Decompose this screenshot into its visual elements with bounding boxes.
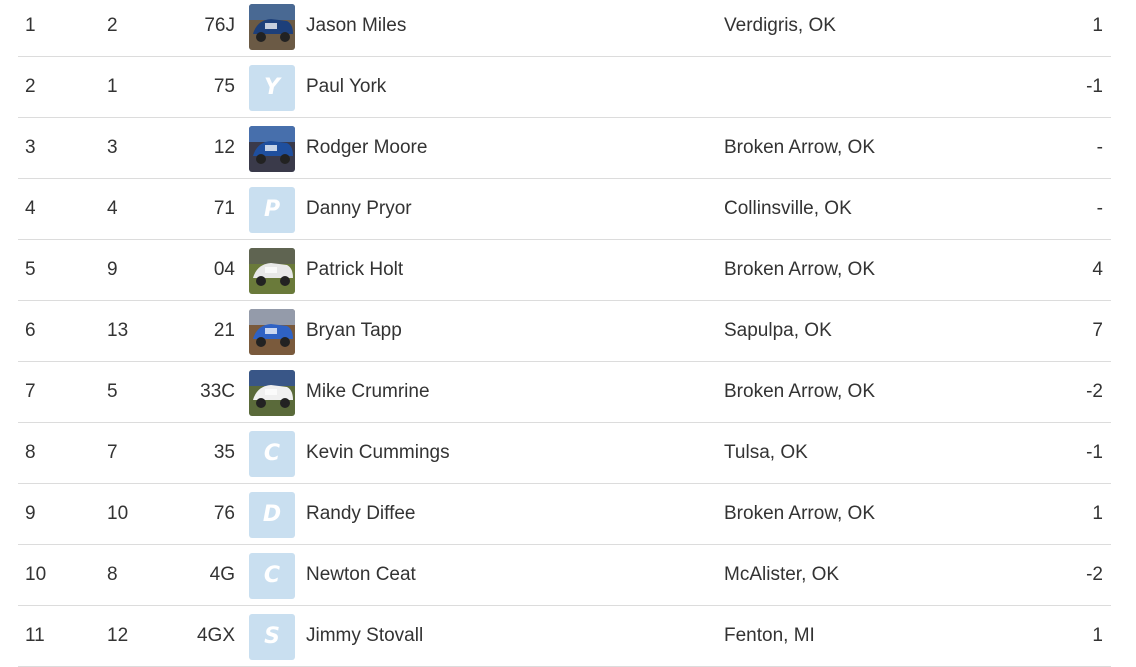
hometown-cell: Broken Arrow, OK xyxy=(724,137,876,158)
position-cell: 7 xyxy=(25,381,36,402)
table-row[interactable]: 10 8 4G C Newton Ceat McAlister, OK -2 xyxy=(18,545,1111,606)
hometown-cell: Broken Arrow, OK xyxy=(724,381,876,402)
position-change-cell: 1 xyxy=(1092,15,1103,36)
avatar-letter: C xyxy=(263,441,281,466)
driver-name-link[interactable]: Bryan Tapp xyxy=(306,301,402,361)
car-photo-icon[interactable] xyxy=(249,4,295,50)
car-photo-icon[interactable] xyxy=(249,370,295,416)
avatar-letter: C xyxy=(263,563,281,588)
car-photo-image xyxy=(249,309,295,355)
previous-position-cell: 8 xyxy=(107,564,118,585)
previous-position-cell: 5 xyxy=(107,381,118,402)
hometown-cell: Sapulpa, OK xyxy=(724,320,832,341)
driver-avatar-letter[interactable]: D xyxy=(249,492,295,538)
position-cell: 3 xyxy=(25,137,36,158)
car-number-cell: 33C xyxy=(200,381,235,402)
position-change-cell: - xyxy=(1096,137,1103,158)
car-number-cell: 21 xyxy=(213,320,235,341)
hometown-cell: McAlister, OK xyxy=(724,564,840,585)
driver-avatar-letter[interactable]: P xyxy=(249,187,295,233)
position-cell: 1 xyxy=(25,15,36,36)
driver-avatar-letter[interactable]: C xyxy=(249,553,295,599)
car-number-cell: 4G xyxy=(209,564,235,585)
position-cell: 4 xyxy=(25,198,36,219)
driver-name-link[interactable]: Newton Ceat xyxy=(306,545,416,605)
previous-position-cell: 12 xyxy=(107,625,129,646)
table-row[interactable]: 11 12 4GX S Jimmy Stovall Fenton, MI 1 xyxy=(18,606,1111,667)
driver-name-link[interactable]: Paul York xyxy=(306,57,386,117)
hometown-cell: Fenton, MI xyxy=(724,625,815,646)
car-number-cell: 76 xyxy=(213,503,235,524)
car-photo-image xyxy=(249,248,295,294)
table-row[interactable]: 5 9 04 Patrick Holt Broken Arrow, OK 4 xyxy=(18,240,1111,301)
table-row[interactable]: 3 3 12 Rodger Moore Broken Arrow, OK - xyxy=(18,118,1111,179)
driver-avatar-letter[interactable]: Y xyxy=(249,65,295,111)
car-photo-image xyxy=(249,370,295,416)
car-number-cell: 12 xyxy=(213,137,235,158)
previous-position-cell: 13 xyxy=(107,320,129,341)
car-photo-icon[interactable] xyxy=(249,126,295,172)
avatar-letter: D xyxy=(262,502,282,527)
table-row[interactable]: 9 10 76 D Randy Diffee Broken Arrow, OK 1 xyxy=(18,484,1111,545)
hometown-cell: Broken Arrow, OK xyxy=(724,259,876,280)
previous-position-cell: 9 xyxy=(107,259,118,280)
position-change-cell: - xyxy=(1096,198,1103,219)
previous-position-cell: 10 xyxy=(107,503,129,524)
car-number-cell: 04 xyxy=(213,259,235,280)
car-photo-icon[interactable] xyxy=(249,309,295,355)
previous-position-cell: 7 xyxy=(107,442,118,463)
driver-name-link[interactable]: Kevin Cummings xyxy=(306,423,450,483)
driver-avatar-letter[interactable]: C xyxy=(249,431,295,477)
position-cell: 10 xyxy=(25,564,47,585)
position-change-cell: 4 xyxy=(1092,259,1103,280)
position-cell: 5 xyxy=(25,259,36,280)
table-row[interactable]: 8 7 35 C Kevin Cummings Tulsa, OK -1 xyxy=(18,423,1111,484)
position-cell: 9 xyxy=(25,503,36,524)
table-row[interactable]: 2 1 75 Y Paul York -1 xyxy=(18,57,1111,118)
previous-position-cell: 1 xyxy=(107,76,118,97)
position-cell: 8 xyxy=(25,442,36,463)
position-change-cell: 1 xyxy=(1092,625,1103,646)
position-change-cell: -1 xyxy=(1086,442,1103,463)
position-change-cell: -2 xyxy=(1086,564,1103,585)
standings-table: 1 2 76J Jason Miles Verdigris, OK 1 2 1 75 Y Paul … xyxy=(18,0,1111,667)
driver-name-link[interactable]: Jason Miles xyxy=(306,0,406,56)
previous-position-cell: 4 xyxy=(107,198,118,219)
hometown-cell: Broken Arrow, OK xyxy=(724,503,876,524)
car-number-cell: 4GX xyxy=(196,625,235,646)
hometown-cell: Verdigris, OK xyxy=(724,15,836,36)
avatar-letter: S xyxy=(264,624,280,649)
car-number-cell: 71 xyxy=(213,198,235,219)
car-photo-image xyxy=(249,126,295,172)
position-change-cell: -1 xyxy=(1086,76,1103,97)
driver-name-link[interactable]: Jimmy Stovall xyxy=(306,606,423,666)
table-row[interactable]: 4 4 71 P Danny Pryor Collinsville, OK - xyxy=(18,179,1111,240)
car-number-cell: 35 xyxy=(213,442,235,463)
car-number-cell: 75 xyxy=(213,76,235,97)
hometown-cell: Tulsa, OK xyxy=(724,442,808,463)
position-change-cell: 1 xyxy=(1092,503,1103,524)
driver-name-link[interactable]: Patrick Holt xyxy=(306,240,403,300)
table-row[interactable]: 6 13 21 Bryan Tapp Sapulpa, OK 7 xyxy=(18,301,1111,362)
table-row[interactable]: 7 5 33C Mike Crumrine Broken Arrow, OK -2 xyxy=(18,362,1111,423)
hometown-cell: Collinsville, OK xyxy=(724,198,852,219)
avatar-letter: P xyxy=(263,197,281,222)
avatar-letter: Y xyxy=(264,75,280,100)
previous-position-cell: 2 xyxy=(107,15,118,36)
driver-name-link[interactable]: Mike Crumrine xyxy=(306,362,430,422)
previous-position-cell: 3 xyxy=(107,137,118,158)
position-cell: 11 xyxy=(25,625,45,646)
table-row[interactable]: 1 2 76J Jason Miles Verdigris, OK 1 xyxy=(18,0,1111,57)
driver-name-link[interactable]: Rodger Moore xyxy=(306,118,427,178)
car-photo-image xyxy=(249,4,295,50)
driver-avatar-letter[interactable]: S xyxy=(249,614,295,660)
position-change-cell: 7 xyxy=(1092,320,1103,341)
car-photo-icon[interactable] xyxy=(249,248,295,294)
car-number-cell: 76J xyxy=(204,15,235,36)
position-change-cell: -2 xyxy=(1086,381,1103,402)
position-cell: 6 xyxy=(25,320,36,341)
position-cell: 2 xyxy=(25,76,36,97)
driver-name-link[interactable]: Danny Pryor xyxy=(306,179,412,239)
driver-name-link[interactable]: Randy Diffee xyxy=(306,484,416,544)
